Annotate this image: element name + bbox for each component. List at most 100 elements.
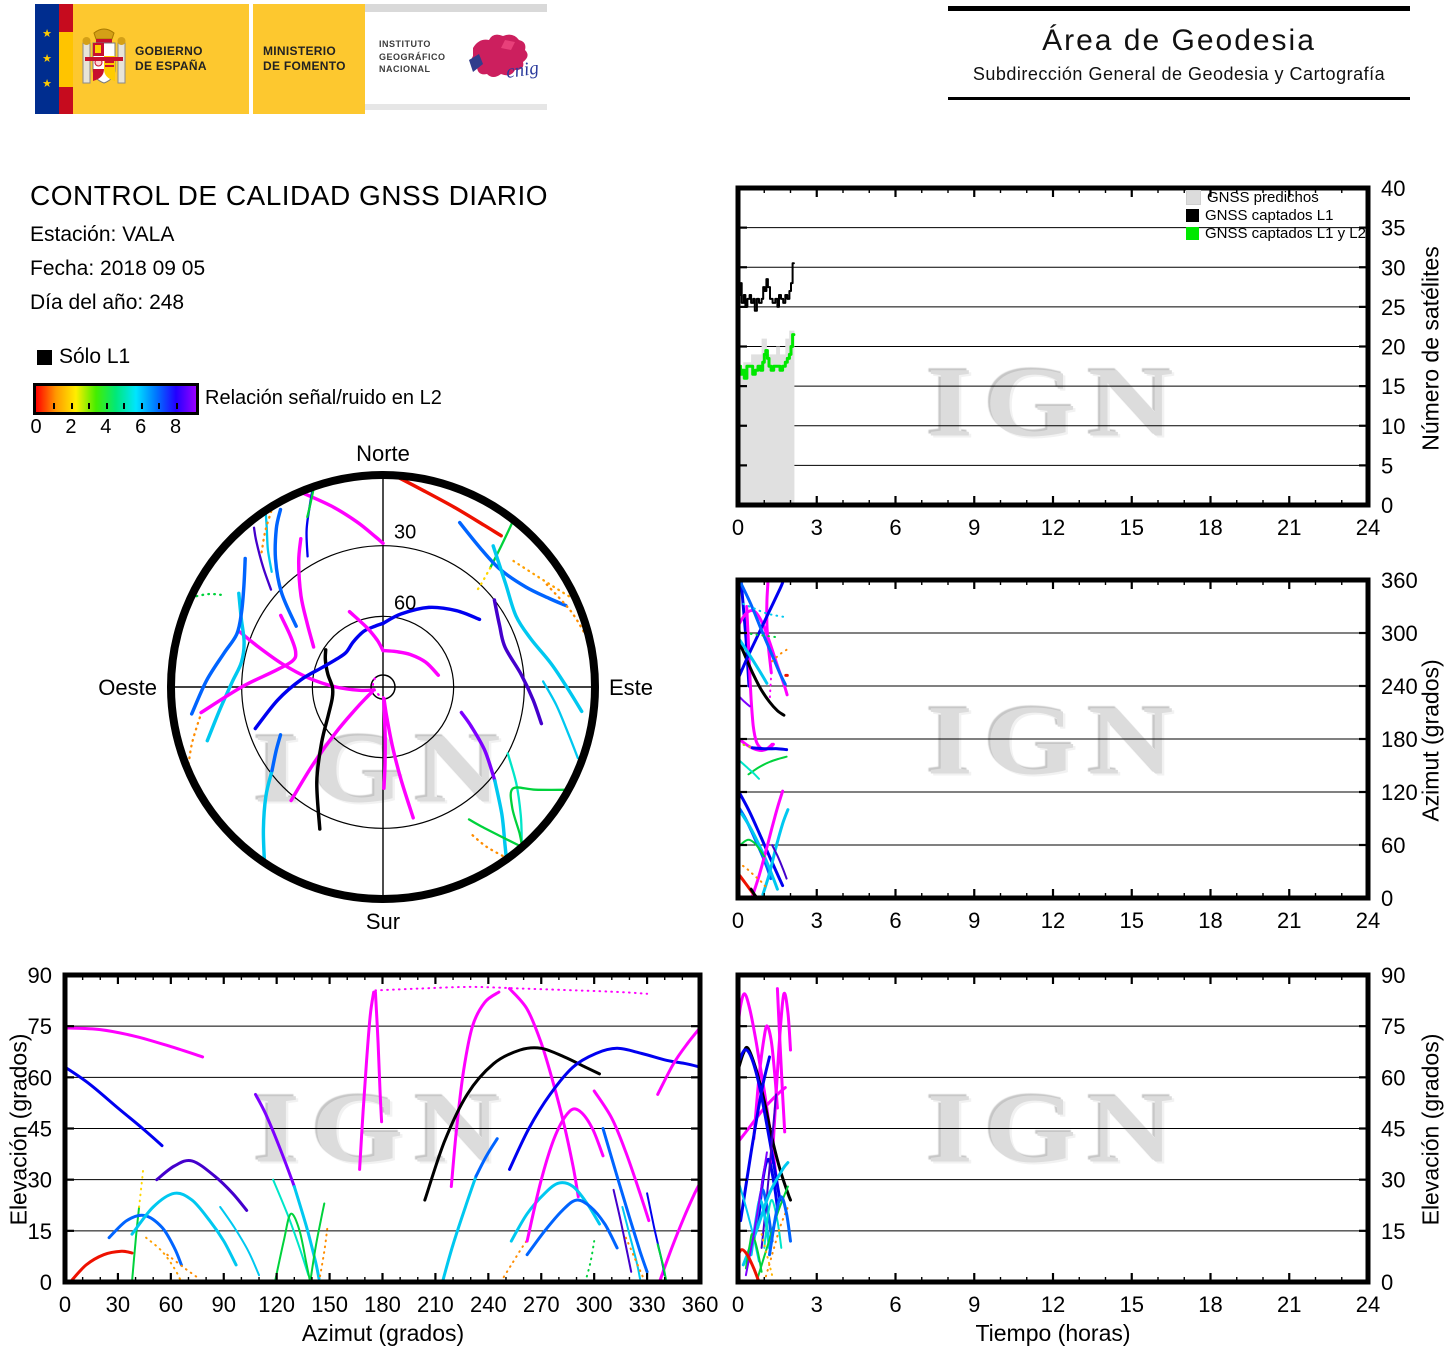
svg-text:45: 45	[1381, 1117, 1405, 1142]
ign-label: INSTITUTO GEOGRÁFICO NACIONAL	[379, 39, 446, 75]
eu-flag-strip: ★ ★ ★	[35, 4, 59, 114]
svg-text:300: 300	[576, 1292, 613, 1317]
svg-text:0: 0	[732, 1292, 744, 1317]
svg-text:cnig: cnig	[505, 58, 540, 83]
cnig-logo-icon: cnig	[469, 34, 540, 83]
svg-text:15: 15	[1381, 374, 1405, 399]
svg-text:60: 60	[159, 1292, 183, 1317]
svg-text:15: 15	[1381, 1219, 1405, 1244]
svg-text:24: 24	[1356, 515, 1380, 540]
snr-tick-label: 6	[135, 416, 147, 438]
area-subtitle: Subdirección General de Geodesia y Carto…	[972, 64, 1386, 84]
legend-row-captados-l1l2: GNSS captados L1 y L2	[1186, 225, 1366, 242]
svg-text:3: 3	[811, 1292, 823, 1317]
station-label: Estación: VALA	[30, 223, 175, 246]
solo-l1-label: Sólo L1	[59, 345, 131, 368]
svg-text:18: 18	[1198, 908, 1222, 933]
snr-tick-label: 0	[30, 416, 42, 438]
svg-text:6: 6	[889, 515, 901, 540]
skyplot-polar-chart: 30 60 Norte Sur Este Oeste	[98, 441, 653, 934]
svg-text:6: 6	[889, 1292, 901, 1317]
gray-swatch-icon	[1186, 190, 1201, 205]
svg-text:90: 90	[212, 1292, 236, 1317]
svg-text:5: 5	[1381, 453, 1393, 478]
svg-text:18: 18	[1198, 515, 1222, 540]
snr-tick-label: 4	[100, 416, 112, 438]
svg-text:330: 330	[629, 1292, 666, 1317]
legend-row-predichos: GNSS predichos	[1186, 189, 1366, 206]
snr-tick-label: 2	[65, 416, 77, 438]
svg-text:9: 9	[968, 515, 980, 540]
svg-text:15: 15	[1120, 515, 1144, 540]
svg-text:10: 10	[1381, 414, 1405, 439]
svg-text:300: 300	[1381, 621, 1418, 646]
svg-text:15: 15	[1120, 1292, 1144, 1317]
azimut-y-axis-title: Azimut (grados)	[1417, 659, 1444, 822]
svg-text:210: 210	[417, 1292, 454, 1317]
svg-text:90: 90	[1381, 963, 1405, 988]
svg-text:3: 3	[811, 908, 823, 933]
svg-text:12: 12	[1041, 515, 1065, 540]
legend-row-captados-l1: GNSS captados L1	[1186, 207, 1366, 224]
svg-text:20: 20	[1381, 335, 1405, 360]
svg-text:75: 75	[1381, 1014, 1405, 1039]
snr-colorbar-label: Relación señal/ruido en L2	[205, 387, 442, 409]
area-geodesia-header: Área de Geodesia Subdirección General de…	[948, 6, 1410, 100]
svg-text:120: 120	[1381, 780, 1418, 805]
svg-text:0: 0	[732, 908, 744, 933]
svg-text:0: 0	[1381, 886, 1393, 911]
svg-text:Oeste: Oeste	[98, 675, 157, 700]
svg-text:9: 9	[968, 1292, 980, 1317]
area-title: Área de Geodesia	[1042, 24, 1316, 57]
svg-text:24: 24	[1356, 1292, 1380, 1317]
snr-gradient	[36, 386, 196, 412]
star-icon: ★	[42, 52, 52, 65]
ministerio-block: MINISTERIO DE FOMENTO	[253, 4, 365, 114]
svg-text:240: 240	[470, 1292, 507, 1317]
svg-text:24: 24	[1356, 908, 1380, 933]
date-label: Fecha: 2018 09 05	[30, 257, 206, 280]
svg-text:21: 21	[1277, 515, 1301, 540]
snr-colorbar	[33, 383, 199, 415]
svg-text:21: 21	[1277, 908, 1301, 933]
svg-text:360: 360	[682, 1292, 719, 1317]
gnss-quality-report-page: { "header": { "gobierno_line1": "GOBIERN…	[0, 0, 1445, 1350]
elevation-azimut-chart: 0 30 60 90 120 150 180 210 240 270 300 330 360015304…	[28, 963, 719, 1317]
star-icon: ★	[42, 77, 52, 90]
svg-text:60: 60	[1381, 1065, 1405, 1090]
svg-text:12: 12	[1041, 908, 1065, 933]
svg-text:240: 240	[1381, 674, 1418, 699]
svg-text:25: 25	[1381, 295, 1405, 320]
svg-text:180: 180	[364, 1292, 401, 1317]
snr-tick-label: 8	[169, 416, 182, 438]
svg-text:Sur: Sur	[366, 909, 400, 934]
ign-block: INSTITUTO GEOGRÁFICO NACIONAL cnig	[365, 4, 547, 114]
svg-text:40: 40	[1381, 176, 1405, 201]
black-swatch-icon	[1186, 209, 1199, 222]
black-square-icon	[37, 349, 52, 365]
svg-text:0: 0	[1381, 1270, 1393, 1295]
svg-text:30: 30	[1381, 255, 1405, 280]
spain-flag-strip	[59, 4, 73, 114]
svg-text:35: 35	[1381, 216, 1405, 241]
spain-coat-of-arms-icon	[82, 28, 126, 84]
azimut-x-axis-title: Azimut (grados)	[301, 1320, 465, 1346]
green-swatch-icon	[1186, 227, 1199, 240]
svg-text:Norte: Norte	[356, 441, 410, 466]
svg-text:30: 30	[1381, 1168, 1405, 1193]
day-of-year-label: Día del año: 248	[30, 291, 185, 314]
svg-text:150: 150	[311, 1292, 348, 1317]
svg-text:270: 270	[523, 1292, 560, 1317]
svg-text:12: 12	[1041, 1292, 1065, 1317]
star-icon: ★	[42, 27, 52, 40]
svg-text:60: 60	[394, 592, 416, 614]
svg-text:0: 0	[40, 1270, 52, 1295]
gobierno-label: GOBIERNO DE ESPAÑA	[135, 44, 207, 73]
page-title: CONTROL DE CALIDAD GNSS DIARIO	[30, 180, 549, 211]
sat-count-y-axis-title: Número de satélites	[1417, 246, 1444, 451]
svg-text:Este: Este	[609, 675, 653, 700]
svg-text:9: 9	[968, 908, 980, 933]
svg-text:360: 360	[1381, 568, 1418, 593]
elevation-time-chart: 0 3 6 9 12 15 18 21 240153045607590	[732, 963, 1406, 1317]
svg-text:0: 0	[1381, 493, 1393, 518]
